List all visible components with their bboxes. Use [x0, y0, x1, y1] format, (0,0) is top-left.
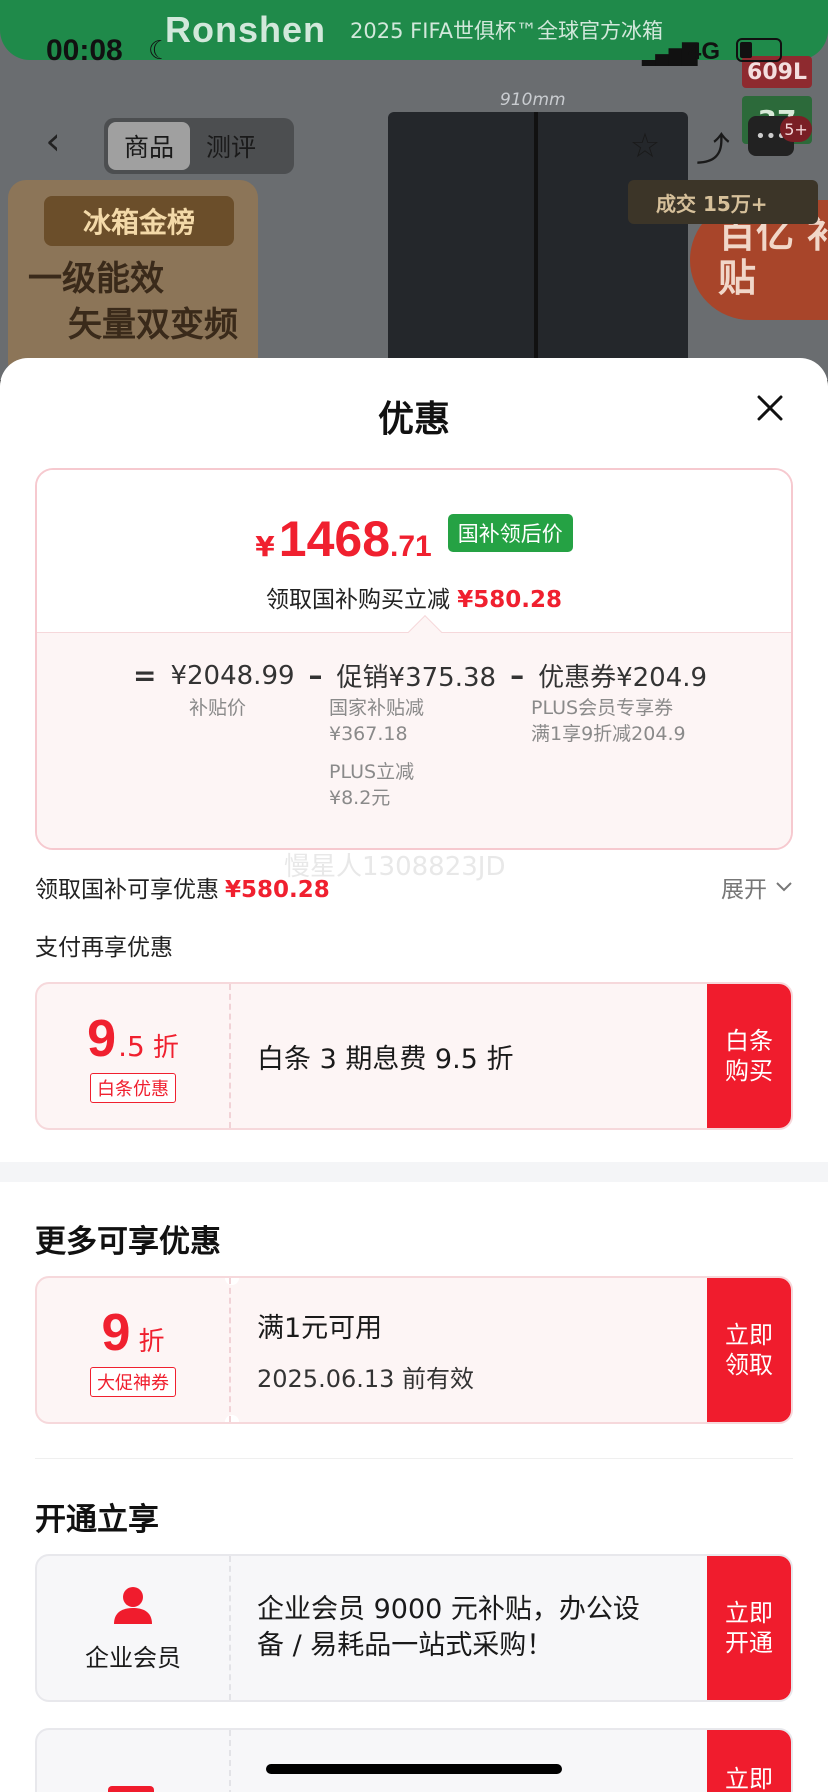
status-bar: 00:08 ☾ ▂▄▆█ 4G: [0, 0, 828, 100]
coupon-desc-block: 满1元可用 2025.06.13 前有效: [257, 1278, 637, 1422]
baitiao-tag: 白条优惠: [90, 1073, 176, 1103]
enterprise-offer-card: 企业会员 企业会员 9000 元补贴，办公设备 / 易耗品一站式采购！ 立即开通: [35, 1554, 793, 1702]
price-formula-area: = ¥2048.99 – 促销¥375.38 – 优惠券¥204.9 补贴价 国…: [37, 632, 791, 848]
close-icon[interactable]: [748, 386, 792, 430]
coupon-expiry: 2025.06.13 前有效: [257, 1365, 475, 1393]
discount-unit: 折: [138, 1327, 165, 1357]
status-time: 00:08: [46, 34, 123, 67]
section-divider: [0, 1162, 828, 1182]
final-price-decimal: .71: [390, 530, 432, 563]
coupon-threshold: 满1元可用: [257, 1313, 383, 1344]
discount-sheet: 优惠 ¥ 1468 .71 国补领后价 领取国补购买立减 ¥580.28 = ¥…: [0, 358, 828, 1792]
final-price-area: ¥ 1468 .71 国补领后价 领取国补购买立减 ¥580.28: [37, 470, 791, 630]
promo-detail-label: PLUS立减: [329, 761, 415, 783]
partial-offer-left: [37, 1730, 231, 1792]
nav-tab-group: 商品 测评: [104, 118, 294, 174]
deal-count-badge: 成交 15万+: [628, 180, 818, 224]
summary-text: 领取国补可享优惠: [35, 877, 219, 903]
share-icon[interactable]: ⤴: [688, 121, 738, 171]
coupon-discount: 9 折 大促神券: [37, 1278, 231, 1422]
minus-sign: –: [308, 659, 323, 692]
coupon-detail-value: 满1享9折减204.9: [531, 723, 686, 745]
card-icon: [108, 1786, 154, 1792]
promo-detail-2: PLUS立减 ¥8.2元: [329, 759, 414, 811]
base-price: ¥2048.99: [170, 660, 295, 691]
pay-section-label: 支付再享优惠: [35, 935, 173, 961]
expand-label: 展开: [721, 877, 767, 903]
chevron-down-icon: [776, 882, 792, 892]
coupon-offer-card: 9 折 大促神券 满1元可用 2025.06.13 前有效 立即领取: [35, 1276, 793, 1424]
enterprise-desc-block: 企业会员 9000 元补贴，办公设备 / 易耗品一站式采购！: [257, 1556, 657, 1700]
partial-offer-button[interactable]: 立即: [707, 1730, 791, 1792]
price-formula: = ¥2048.99 – 促销¥375.38 – 优惠券¥204.9: [119, 657, 707, 694]
product-navbar: ‹ 商品 测评 ☆ ⤴: [0, 110, 828, 180]
discount-value: 9 折: [102, 1303, 165, 1363]
final-price: ¥ 1468 .71 国补领后价: [37, 510, 791, 568]
user-icon: [114, 1586, 152, 1624]
feature-line: 矢量双变频: [68, 305, 238, 345]
save-line: 领取国补购买立减 ¥580.28: [37, 580, 791, 614]
discount-value: 9 .5 折: [87, 1009, 179, 1069]
base-price-label: 补贴价: [189, 697, 247, 719]
promo-detail-label: 国家补贴减: [329, 697, 425, 719]
product-page-background: Ronshen 2025 FIFA世俱杯™全球官方冰箱 910mm 冰箱金榜 一…: [0, 0, 828, 380]
ranking-title: 冰箱金榜: [44, 196, 234, 246]
baitiao-buy-button[interactable]: 白条购买: [707, 984, 791, 1128]
baitiao-desc: 白条 3 期息费 9.5 折: [257, 1043, 514, 1075]
baitiao-desc-block: 白条 3 期息费 9.5 折: [257, 984, 637, 1128]
home-indicator[interactable]: [266, 1764, 562, 1774]
summary-amount: ¥580.28: [225, 877, 330, 903]
back-arrow-icon[interactable]: ‹: [28, 116, 78, 166]
discount-big: 9: [101, 1304, 131, 1362]
open-membership-button[interactable]: 立即开通: [707, 1556, 791, 1700]
minus-sign: –: [510, 659, 525, 692]
equals-sign: =: [133, 659, 157, 692]
baitiao-discount: 9 .5 折 白条优惠: [37, 984, 231, 1128]
message-count-badge: 5+: [780, 116, 812, 142]
ranking-features: 一级能效 矢量双变频: [28, 256, 238, 348]
moon-icon: ☾: [148, 36, 172, 66]
baitiao-offer-card: 9 .5 折 白条优惠 白条 3 期息费 9.5 折 白条购买: [35, 982, 793, 1130]
open-benefits-heading: 开通立享: [35, 1502, 159, 1538]
sheet-title: 优惠: [377, 399, 450, 440]
expand-toggle[interactable]: 展开: [721, 870, 793, 904]
coupon-amount: 优惠券¥204.9: [538, 663, 708, 693]
promo-detail-value: ¥8.2元: [329, 787, 391, 809]
nav-actions: ☆ ⤴: [620, 116, 738, 176]
coupon-tag: 大促神券: [90, 1367, 176, 1397]
promo-amount: 促销¥375.38: [336, 663, 497, 693]
currency-symbol: ¥: [255, 530, 275, 563]
claim-coupon-button[interactable]: 立即领取: [707, 1278, 791, 1422]
subsidy-summary-row: 领取国补可享优惠 ¥580.28 展开: [35, 870, 793, 910]
coupon-detail: PLUS会员专享券 满1享9折减204.9: [531, 695, 686, 747]
enterprise-badge: 企业会员: [37, 1556, 231, 1700]
promo-detail-value: ¥367.18: [329, 723, 408, 745]
discount-unit: 折: [152, 1033, 179, 1063]
discount-small: .5: [118, 1030, 145, 1063]
tab-review[interactable]: 测评: [190, 122, 272, 170]
save-text: 领取国补购买立减: [265, 587, 450, 613]
network-type: 4G: [688, 38, 721, 65]
discount-big: 9: [87, 1010, 117, 1068]
feature-line: 一级能效: [28, 259, 164, 299]
battery-icon: [736, 38, 782, 62]
enterprise-desc: 企业会员 9000 元补贴，办公设备 / 易耗品一站式采购！: [257, 1594, 640, 1661]
final-price-integer: 1468: [278, 511, 390, 567]
price-breakdown-card: ¥ 1468 .71 国补领后价 领取国补购买立减 ¥580.28 = ¥204…: [35, 468, 793, 850]
partial-offer-card: 立即: [35, 1728, 793, 1792]
more-offers-heading: 更多可享优惠: [35, 1224, 221, 1260]
star-icon[interactable]: ☆: [620, 121, 670, 171]
enterprise-label: 企业会员: [85, 1643, 181, 1672]
promo-detail-1: 国家补贴减 ¥367.18: [329, 695, 424, 747]
subsidy-price-tag: 国补领后价: [447, 514, 573, 552]
divider-line: [35, 1458, 793, 1459]
coupon-detail-label: PLUS会员专享券: [531, 697, 674, 719]
save-amount: ¥580.28: [457, 587, 563, 613]
tab-product[interactable]: 商品: [108, 122, 191, 170]
